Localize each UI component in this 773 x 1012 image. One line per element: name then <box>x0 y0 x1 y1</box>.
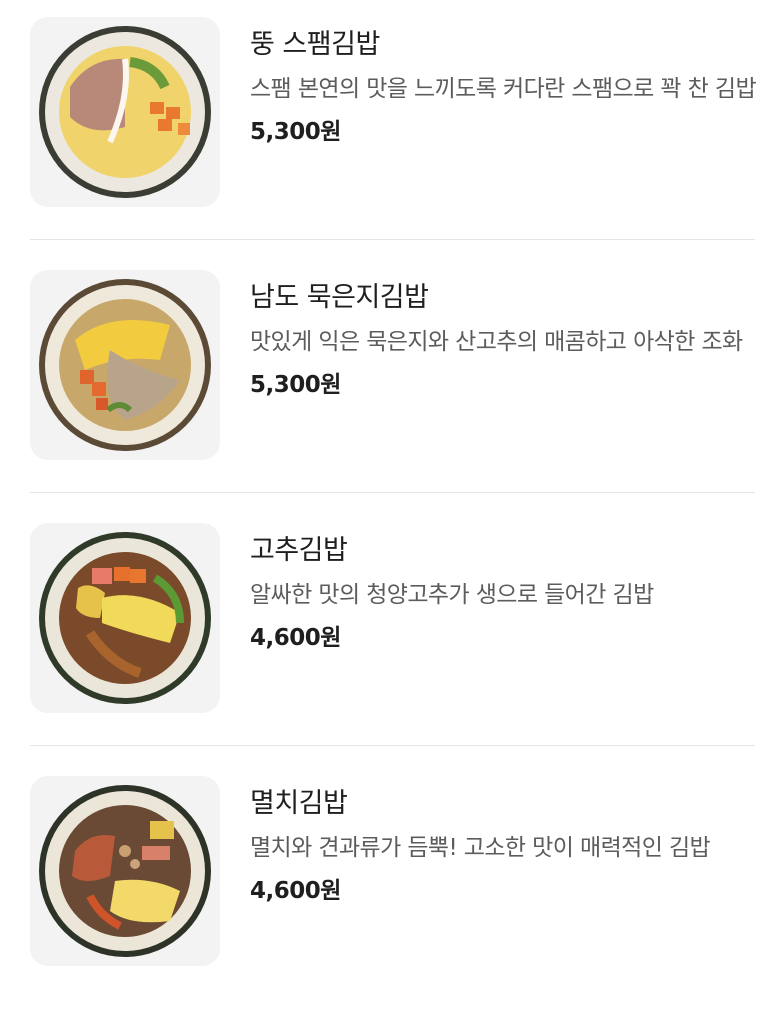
menu-item-anchovy-gimbap[interactable]: 멸치김밥 멸치와 견과류가 듬뿍! 고소한 맛이 매력적인 김밥 4,600원 <box>0 759 773 1012</box>
aged-kimchi-gimbap-photo <box>30 270 220 460</box>
pepper-gimbap-photo <box>30 523 220 713</box>
menu-item-price: 5,300원 <box>250 372 341 398</box>
menu-item-info: 멸치김밥 멸치와 견과류가 듬뿍! 고소한 맛이 매력적인 김밥 4,600원 <box>250 785 760 909</box>
spam-gimbap-photo <box>30 17 220 207</box>
divider <box>30 492 755 493</box>
divider <box>30 239 755 240</box>
menu-item-pepper-gimbap[interactable]: 고추김밥 알싸한 맛의 청양고추가 생으로 들어간 김밥 4,600원 <box>0 506 773 759</box>
menu-item-spam-gimbap[interactable]: 뚱 스팸김밥 스팸 본연의 맛을 느끼도록 커다란 스팸으로 꽉 찬 김밥 5,… <box>0 0 773 253</box>
menu-item-description: 알싸한 맛의 청양고추가 생으로 들어간 김밥 <box>250 582 654 608</box>
menu-item-info: 고추김밥 알싸한 맛의 청양고추가 생으로 들어간 김밥 4,600원 <box>250 532 760 656</box>
menu-item-description: 멸치와 견과류가 듬뿍! 고소한 맛이 매력적인 김밥 <box>250 835 711 861</box>
menu-item-price: 4,600원 <box>250 625 341 651</box>
menu-item-info: 뚱 스팸김밥 스팸 본연의 맛을 느끼도록 커다란 스팸으로 꽉 찬 김밥 5,… <box>250 26 760 150</box>
menu-item-name: 남도 묵은지김밥 <box>250 282 429 313</box>
menu-item-price: 4,600원 <box>250 878 341 904</box>
menu-item-description: 스팸 본연의 맛을 느끼도록 커다란 스팸으로 꽉 찬 김밥 <box>250 76 757 102</box>
menu-item-aged-kimchi-gimbap[interactable]: 남도 묵은지김밥 맛있게 익은 묵은지와 산고추의 매콤하고 아삭한 조화 5,… <box>0 253 773 506</box>
menu-item-description: 맛있게 익은 묵은지와 산고추의 매콤하고 아삭한 조화 <box>250 329 743 355</box>
menu-list: 뚱 스팸김밥 스팸 본연의 맛을 느끼도록 커다란 스팸으로 꽉 찬 김밥 5,… <box>0 0 773 995</box>
menu-item-name: 고추김밥 <box>250 535 348 566</box>
divider <box>30 745 755 746</box>
menu-item-name: 멸치김밥 <box>250 788 348 819</box>
menu-item-info: 남도 묵은지김밥 맛있게 익은 묵은지와 산고추의 매콤하고 아삭한 조화 5,… <box>250 279 760 403</box>
anchovy-gimbap-photo <box>30 776 220 966</box>
menu-item-name: 뚱 스팸김밥 <box>250 29 380 60</box>
menu-item-price: 5,300원 <box>250 119 341 145</box>
